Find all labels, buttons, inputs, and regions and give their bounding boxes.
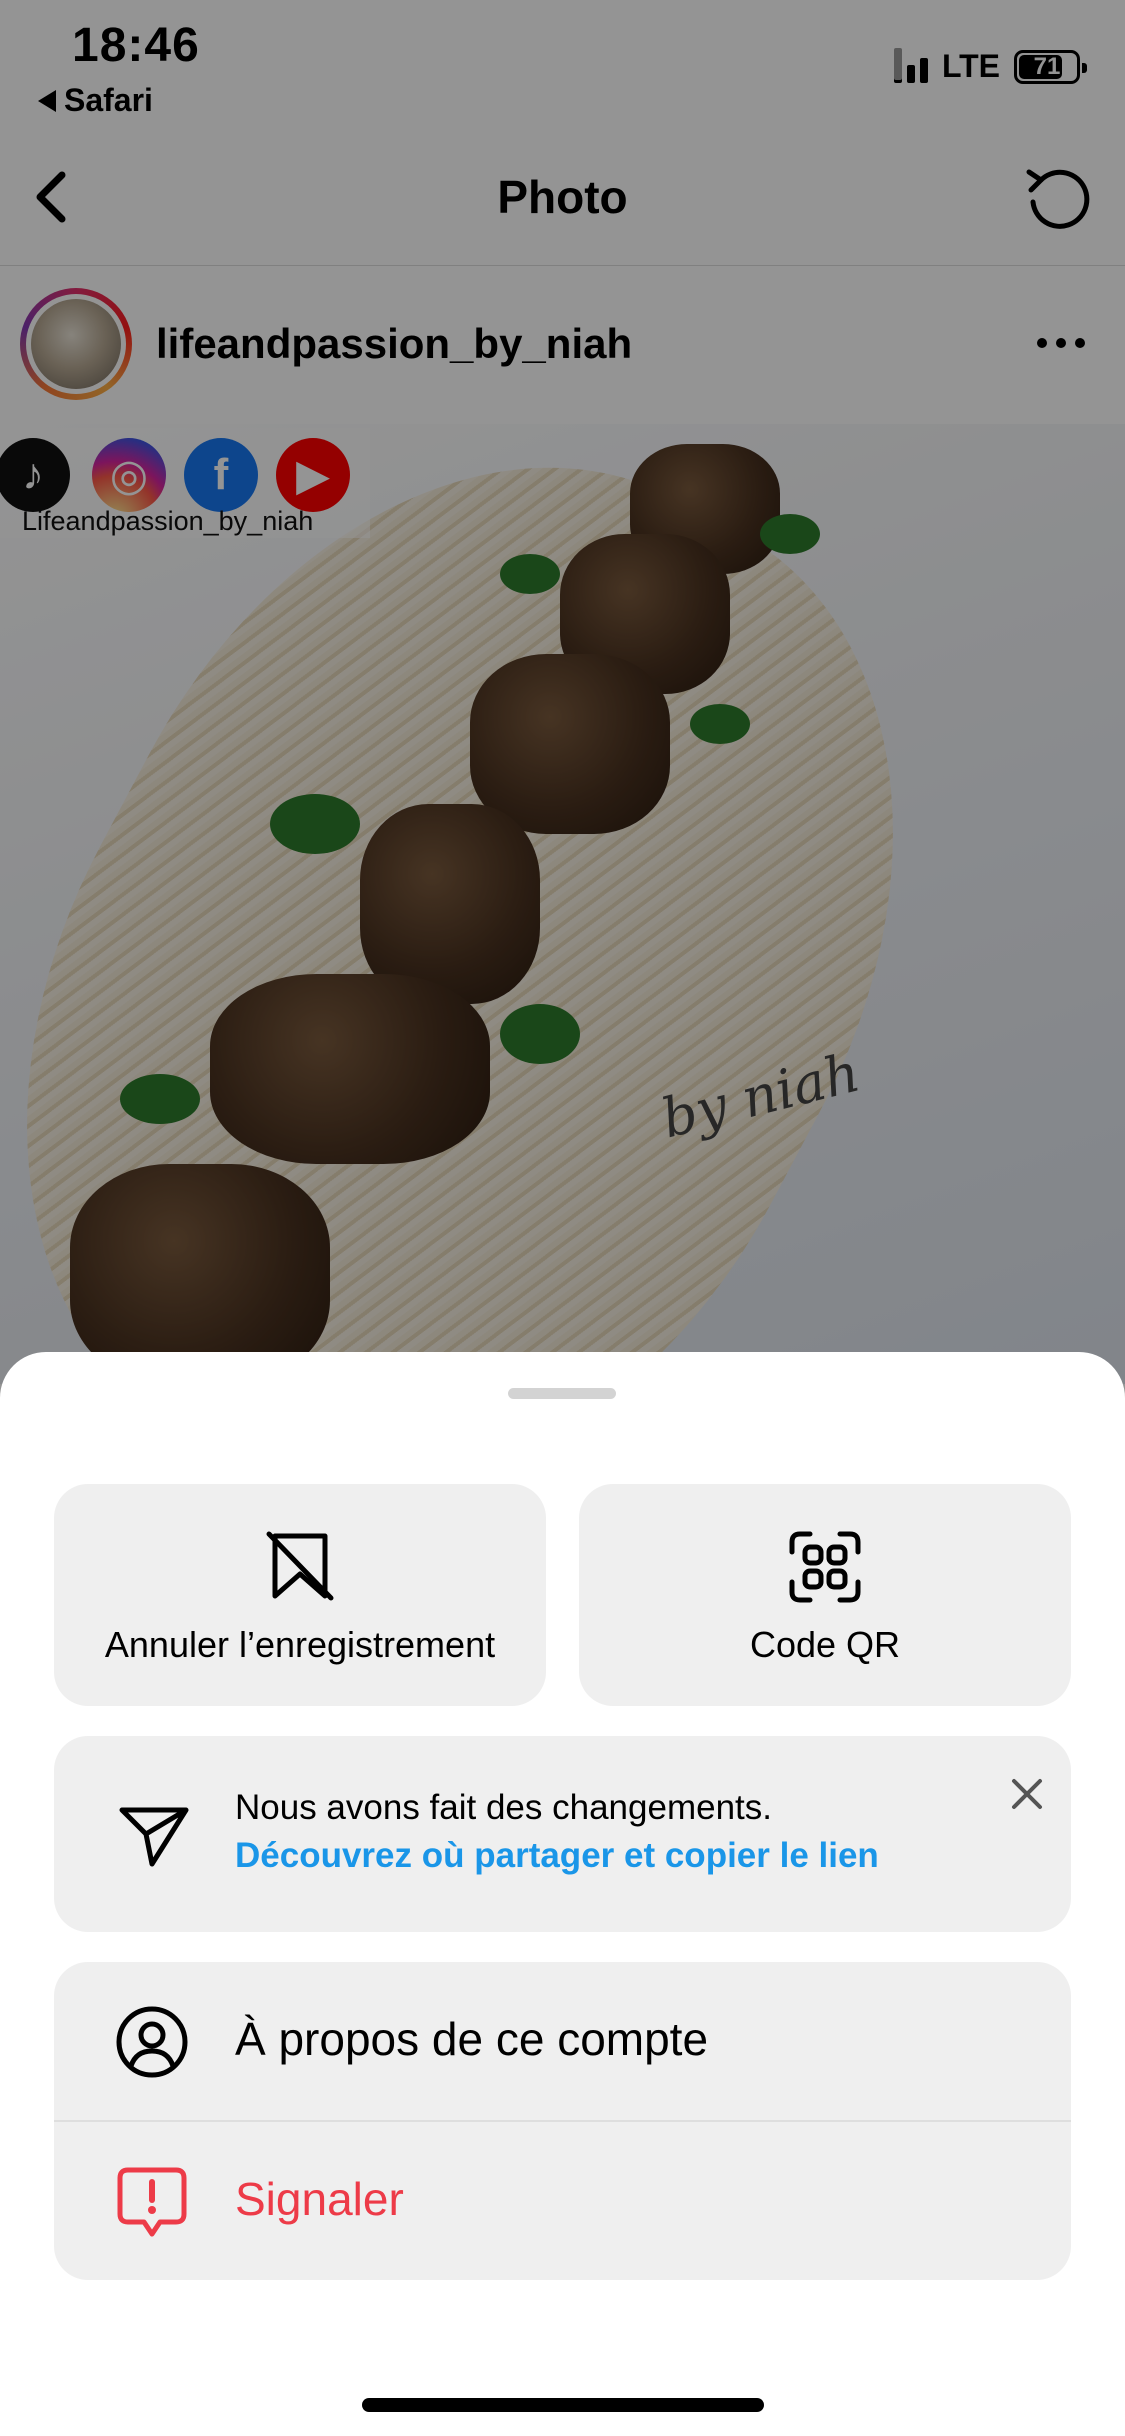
qr-code-button[interactable]: Code QR	[579, 1484, 1071, 1706]
report-item[interactable]: Signaler	[54, 2122, 1071, 2280]
report-label: Signaler	[235, 2173, 404, 2225]
qr-code-label: Code QR	[749, 1624, 901, 1665]
share-changes-notice: Nous avons fait des changements. Découvr…	[54, 1736, 1071, 1932]
sheet-grabber[interactable]	[508, 1388, 616, 1399]
home-indicator[interactable]	[362, 2398, 764, 2412]
about-account-label: À propos de ce compte	[235, 2013, 709, 2065]
notice-text: Nous avons fait des changements.	[235, 1788, 772, 1827]
share-link[interactable]: Découvrez où partager et copier le lien	[235, 1836, 879, 1876]
qr-code-icon	[789, 1531, 861, 1603]
unsave-bookmark-icon	[266, 1531, 334, 1601]
options-menu: À propos de ce compte Signaler	[54, 1962, 1071, 2280]
about-account-item[interactable]: À propos de ce compte	[54, 1962, 1071, 2122]
options-bottom-sheet: Annuler l’enregistrement Code QR Nous av…	[0, 1352, 1125, 2436]
report-icon	[117, 2167, 187, 2237]
send-icon	[119, 1807, 189, 1867]
unsave-button[interactable]: Annuler l’enregistrement	[54, 1484, 546, 1706]
unsave-label: Annuler l’enregistrement	[104, 1624, 496, 1665]
account-icon	[116, 2006, 188, 2078]
close-icon[interactable]	[1005, 1772, 1049, 1816]
